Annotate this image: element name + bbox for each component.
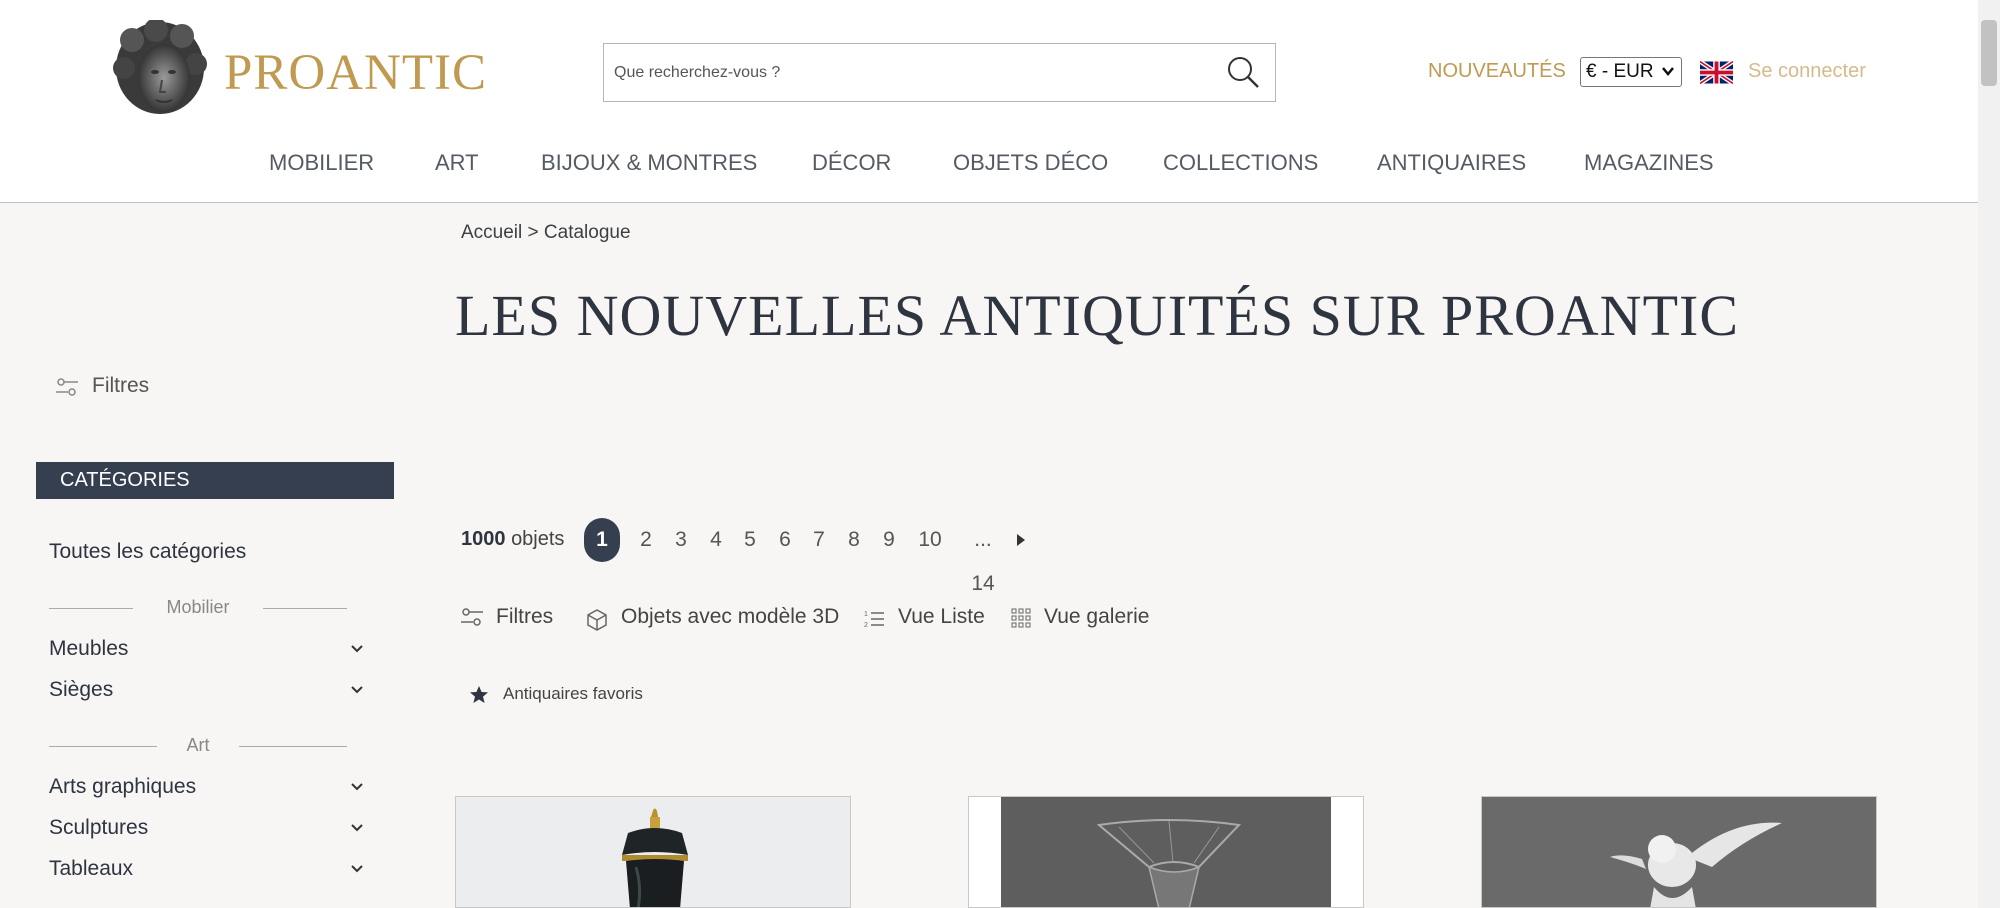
uk-flag-icon[interactable] (1700, 60, 1733, 85)
product-image (456, 797, 850, 907)
favorite-dealers-label: Antiquaires favoris (503, 684, 643, 703)
site-header: PROANTIC NOUVEAUTÉS € - EUR Se connecter… (0, 0, 1978, 203)
nav-item-antiquaires[interactable]: ANTIQUAIRES (1377, 150, 1526, 176)
filters-icon (56, 378, 78, 396)
chevron-down-icon[interactable] (350, 684, 364, 696)
section-mobilier-label: Mobilier (166, 597, 230, 617)
star-icon (470, 686, 488, 703)
results-count-number: 1000 (461, 528, 506, 550)
category-arts-graphiques-label: Arts graphiques (49, 775, 197, 798)
category-sieges-label: Sièges (49, 678, 114, 701)
currency-value: € - EUR (1586, 61, 1654, 82)
product-image (969, 797, 1363, 907)
list-view-icon: 1 2 (864, 611, 884, 629)
product-card[interactable] (455, 796, 851, 908)
chevron-down-icon (1662, 67, 1674, 76)
chevron-down-icon[interactable] (350, 822, 364, 834)
section-mobilier: Mobilier (49, 597, 347, 617)
page-5[interactable]: 5 (740, 518, 760, 562)
nav-item-collections[interactable]: COLLECTIONS (1163, 150, 1318, 176)
grid-view-icon (1011, 608, 1031, 628)
page-7[interactable]: 7 (809, 518, 829, 562)
logo-head-icon[interactable] (112, 20, 208, 122)
nav-item-magazines[interactable]: MAGAZINES (1584, 150, 1714, 176)
category-tableaux-label: Tableaux (49, 857, 134, 880)
page-4[interactable]: 4 (706, 518, 726, 562)
category-sculptures-label: Sculptures (49, 816, 149, 839)
toolbar-3d-models-label: Objets avec modèle 3D (621, 605, 840, 628)
chevron-down-icon[interactable] (350, 643, 364, 655)
page-last[interactable]: ... 14 (960, 518, 1006, 595)
category-tableaux[interactable]: Tableaux (49, 857, 364, 885)
svg-text:2: 2 (864, 622, 868, 629)
product-card[interactable] (968, 796, 1364, 908)
page-9[interactable]: 9 (879, 518, 899, 562)
page-1[interactable]: 1 (584, 518, 620, 562)
nav-item-art[interactable]: ART (435, 150, 479, 176)
chevron-down-icon[interactable] (350, 863, 364, 875)
category-arts-graphiques[interactable]: Arts graphiques (49, 775, 364, 803)
logo-text[interactable]: PROANTIC (224, 44, 487, 102)
main-nav: MOBILIER ART BIJOUX & MONTRES DÉCOR OBJE… (0, 150, 1978, 180)
login-link[interactable]: Se connecter (1748, 60, 1866, 83)
toolbar-gallery-view-label: Vue galerie (1044, 605, 1150, 628)
page-6[interactable]: 6 (775, 518, 795, 562)
search-box (603, 43, 1276, 102)
page-title: LES NOUVELLES ANTIQUITÉS SUR PROANTIC (455, 283, 1739, 348)
toolbar-filters-button[interactable]: Filtres (461, 605, 576, 635)
currency-select[interactable]: € - EUR (1580, 57, 1682, 87)
category-sculptures[interactable]: Sculptures (49, 816, 364, 844)
category-sieges[interactable]: Sièges (49, 678, 364, 706)
product-image (1482, 797, 1876, 907)
category-meubles-label: Meubles (49, 637, 129, 660)
toolbar-filters-label: Filtres (496, 605, 554, 628)
page-scrollbar[interactable] (1978, 0, 2000, 908)
nouveautes-link[interactable]: NOUVEAUTÉS (1428, 60, 1566, 83)
nav-item-decor[interactable]: DÉCOR (812, 150, 891, 176)
scrollbar-thumb[interactable] (1981, 20, 1997, 86)
page-2[interactable]: 2 (636, 518, 656, 562)
cube-3d-icon (587, 609, 607, 631)
sidebar-filters-label: Filtres (92, 374, 150, 397)
section-art-label: Art (186, 735, 210, 755)
toolbar-list-view-label: Vue Liste (898, 605, 985, 628)
svg-text:1: 1 (864, 611, 868, 618)
section-art: Art (49, 735, 347, 755)
toolbar-3d-models-button[interactable]: Objets avec modèle 3D (585, 605, 839, 635)
search-icon[interactable] (1225, 54, 1261, 90)
categories-header: CATÉGORIES (36, 462, 394, 499)
next-page-icon[interactable] (1016, 533, 1026, 547)
page-3[interactable]: 3 (671, 518, 691, 562)
chevron-down-icon[interactable] (350, 781, 364, 793)
search-input[interactable] (614, 44, 1204, 101)
product-card[interactable] (1481, 796, 1877, 908)
results-count: 1000 objets (461, 528, 564, 551)
toolbar-gallery-view-button[interactable]: Vue galerie (1011, 605, 1161, 635)
filters-icon (461, 608, 483, 626)
results-count-label: objets (511, 528, 565, 550)
page-10[interactable]: 10 (914, 518, 946, 562)
nav-item-objets-deco[interactable]: OBJETS DÉCO (953, 150, 1108, 176)
category-meubles[interactable]: Meubles (49, 637, 364, 665)
breadcrumb[interactable]: Accueil > Catalogue (461, 222, 631, 244)
nav-item-bijoux-montres[interactable]: BIJOUX & MONTRES (541, 150, 757, 176)
nav-item-mobilier[interactable]: MOBILIER (269, 150, 374, 176)
page-8[interactable]: 8 (844, 518, 864, 562)
toolbar-list-view-button[interactable]: 1 2 Vue Liste (864, 605, 985, 635)
all-categories-link[interactable]: Toutes les catégories (49, 540, 246, 564)
